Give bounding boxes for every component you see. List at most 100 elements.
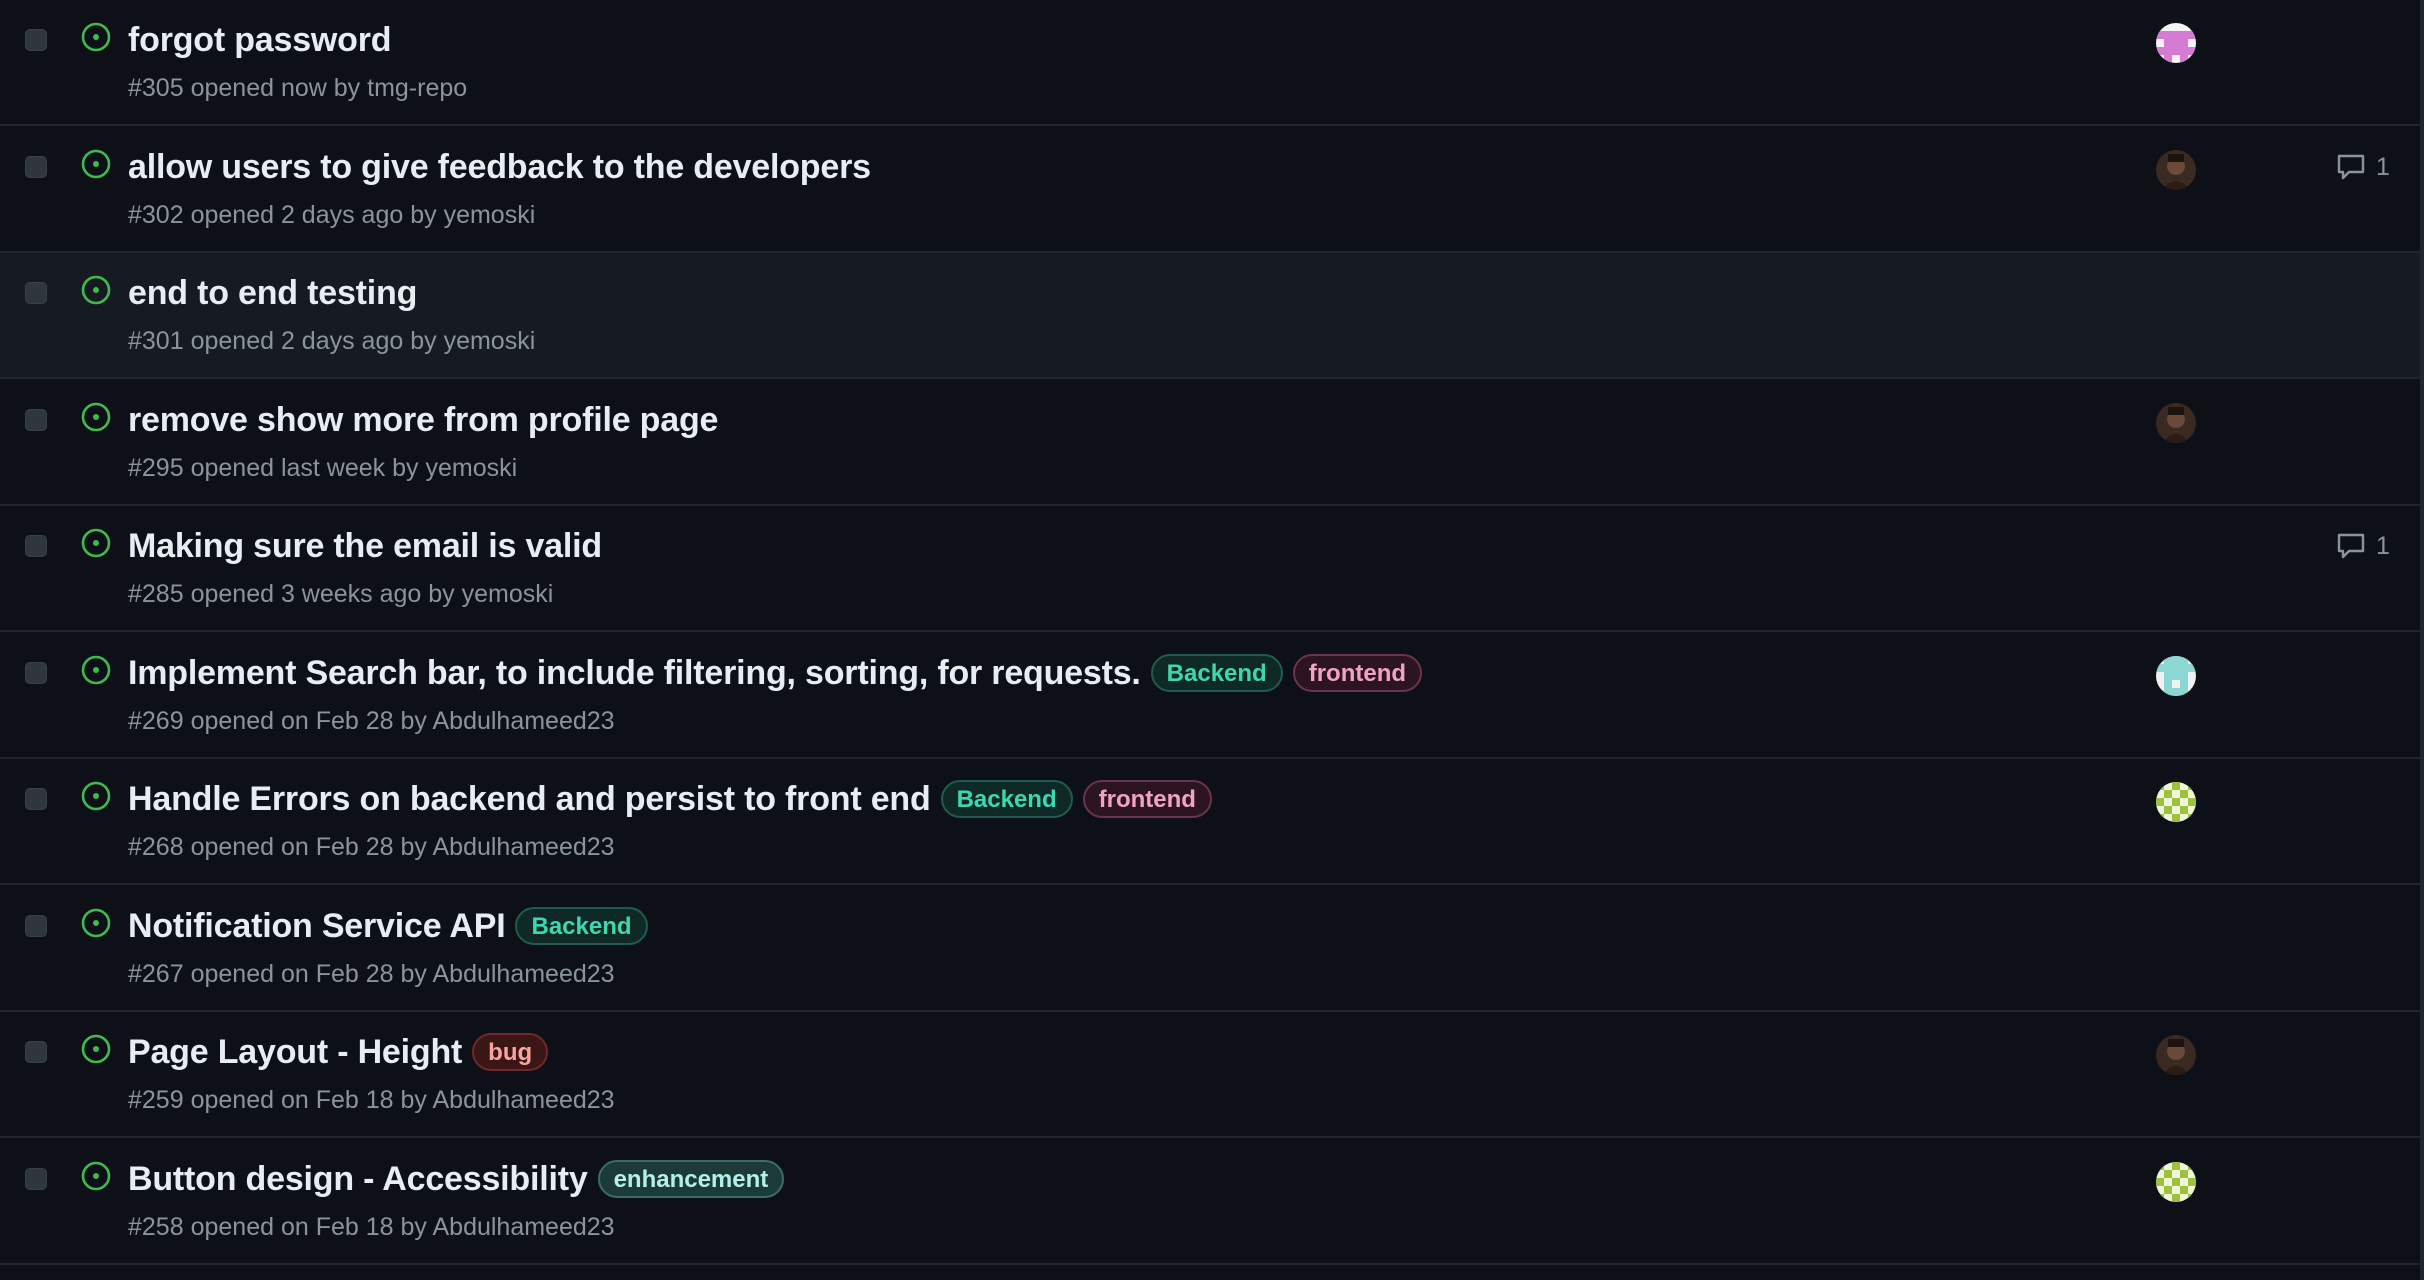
issue-meta: #258 opened on Feb 18 by Abdulhameed23 [128, 1213, 615, 1242]
issue-number: #302 [128, 201, 184, 229]
issue-opened-icon [80, 21, 112, 53]
issue-author-link[interactable]: Abdulhameed23 [432, 1086, 614, 1114]
issue-row[interactable]: Making sure the email is valid #285 opene… [0, 506, 2420, 632]
issue-checkbox[interactable] [25, 282, 47, 304]
issue-number: #305 [128, 74, 184, 102]
issue-checkbox[interactable] [25, 409, 47, 431]
issue-row[interactable]: Notification Service API Backend #267 open… [0, 886, 2420, 1012]
issue-opened-icon [80, 1033, 112, 1065]
issue-row[interactable]: remove show more from profile page #295 o… [0, 380, 2420, 506]
comment-icon [2336, 532, 2376, 560]
issue-title-line: Notification Service API Backend [128, 904, 648, 948]
issue-row[interactable]: Button design - Accessibility enhancement… [0, 1139, 2420, 1265]
issue-opened-icon [80, 780, 112, 812]
issue-meta: #305 opened now by tmg-repo [128, 74, 467, 103]
issue-number: #269 [128, 707, 184, 735]
scrollbar-track[interactable] [2420, 0, 2424, 1280]
issue-label[interactable]: enhancement [597, 1160, 785, 1198]
issue-checkbox[interactable] [25, 1168, 47, 1190]
issue-opened-icon [80, 654, 112, 686]
assignee-avatar[interactable] [2156, 782, 2196, 822]
issue-label[interactable]: frontend [1292, 654, 1423, 692]
issue-author-link[interactable]: Abdulhameed23 [432, 1213, 614, 1241]
issue-opened-time[interactable]: opened on Feb 28 [191, 833, 394, 861]
issue-title-link[interactable]: end to end testing [128, 274, 417, 313]
issue-by-text: by [392, 454, 419, 482]
issue-label[interactable]: Backend [1150, 654, 1283, 692]
issue-by-text: by [400, 833, 427, 861]
issue-opened-time[interactable]: opened 2 days ago [191, 201, 404, 229]
issue-opened-time[interactable]: opened on Feb 28 [191, 707, 394, 735]
issue-author-link[interactable]: Abdulhameed23 [432, 833, 614, 861]
issue-title-link[interactable]: Page Layout - Height [128, 1033, 462, 1072]
issue-opened-time[interactable]: opened 2 days ago [191, 327, 404, 355]
issue-number: #301 [128, 327, 184, 355]
issue-by-text: by [400, 1086, 427, 1114]
issue-by-text: by [400, 1213, 427, 1241]
issue-title-link[interactable]: Handle Errors on backend and persist to … [128, 780, 931, 819]
issue-by-text: by [410, 201, 437, 229]
issue-title-link[interactable]: forgot password [128, 21, 392, 60]
issue-title-link[interactable]: allow users to give feedback to the deve… [128, 148, 871, 187]
issue-meta: #259 opened on Feb 18 by Abdulhameed23 [128, 1086, 615, 1115]
issue-label[interactable]: bug [472, 1033, 549, 1071]
issue-by-text: by [333, 74, 361, 102]
issue-opened-time[interactable]: opened 3 weeks ago [191, 580, 422, 608]
issue-row[interactable]: Handle Errors on backend and persist to … [0, 759, 2420, 885]
issue-by-text: by [410, 327, 437, 355]
assignee-avatar[interactable] [2156, 403, 2196, 443]
issue-row[interactable]: end to end testing #301 opened 2 days ago… [0, 253, 2420, 379]
issue-opened-time[interactable]: opened last week [191, 454, 386, 482]
issue-number: #258 [128, 1213, 184, 1241]
comment-icon [2336, 153, 2376, 181]
issue-title-link[interactable]: Button design - Accessibility [128, 1160, 588, 1199]
issue-checkbox[interactable] [25, 915, 47, 937]
comments-link[interactable]: 1 [2336, 528, 2390, 564]
issue-number: #268 [128, 833, 184, 861]
issue-meta: #267 opened on Feb 28 by Abdulhameed23 [128, 960, 615, 989]
issue-opened-time[interactable]: opened on Feb 28 [191, 960, 394, 988]
issue-label[interactable]: frontend [1082, 780, 1212, 818]
issue-opened-time[interactable]: opened on Feb 18 [191, 1086, 394, 1114]
issue-checkbox[interactable] [25, 662, 47, 684]
issue-label[interactable]: Backend [940, 780, 1073, 818]
issue-checkbox[interactable] [25, 788, 47, 810]
issue-title-link[interactable]: remove show more from profile page [128, 401, 718, 440]
issue-checkbox[interactable] [25, 535, 47, 557]
issue-title-link[interactable]: Notification Service API [128, 907, 506, 946]
issue-author-link[interactable]: Abdulhameed23 [432, 707, 614, 735]
issue-opened-time[interactable]: opened now [191, 74, 327, 102]
comments-link[interactable]: 1 [2336, 149, 2390, 185]
issue-title-link[interactable]: Implement Search bar, to include filteri… [128, 654, 1141, 693]
assignee-avatar[interactable] [2156, 23, 2196, 63]
issue-title-line: remove show more from profile page [128, 398, 718, 442]
issue-opened-icon [80, 401, 112, 433]
assignee-avatar[interactable] [2156, 150, 2196, 190]
issue-author-link[interactable]: yemoski [444, 327, 536, 355]
issue-checkbox[interactable] [25, 156, 47, 178]
issue-meta: #302 opened 2 days ago by yemoski [128, 201, 535, 230]
issue-opened-time[interactable]: opened on Feb 18 [191, 1213, 394, 1241]
issue-checkbox[interactable] [25, 29, 47, 51]
issue-author-link[interactable]: yemoski [462, 580, 554, 608]
issue-label[interactable]: Backend [515, 907, 648, 945]
issue-meta: #301 opened 2 days ago by yemoski [128, 327, 535, 356]
issue-title-link[interactable]: Making sure the email is valid [128, 527, 602, 566]
issue-row[interactable]: forgot password #305 opened now by tmg-re… [0, 0, 2420, 126]
issue-row[interactable]: Implement Search bar, to include filteri… [0, 633, 2420, 759]
issue-author-link[interactable]: yemoski [444, 201, 536, 229]
issue-checkbox[interactable] [25, 1041, 47, 1063]
issue-meta: #285 opened 3 weeks ago by yemoski [128, 580, 553, 609]
issue-row[interactable]: Page Layout - Height bug #259 opened on Fe… [0, 1012, 2420, 1138]
issue-row[interactable]: allow users to give feedback to the deve… [0, 127, 2420, 253]
issue-author-link[interactable]: tmg-repo [367, 74, 467, 102]
issue-number: #285 [128, 580, 184, 608]
issue-by-text: by [400, 707, 427, 735]
assignee-avatar[interactable] [2156, 1035, 2196, 1075]
comment-count: 1 [2376, 152, 2390, 181]
issue-author-link[interactable]: Abdulhameed23 [432, 960, 614, 988]
issue-author-link[interactable]: yemoski [425, 454, 517, 482]
assignee-avatar[interactable] [2156, 656, 2196, 696]
assignee-avatar[interactable] [2156, 1162, 2196, 1202]
comment-count: 1 [2376, 531, 2390, 560]
